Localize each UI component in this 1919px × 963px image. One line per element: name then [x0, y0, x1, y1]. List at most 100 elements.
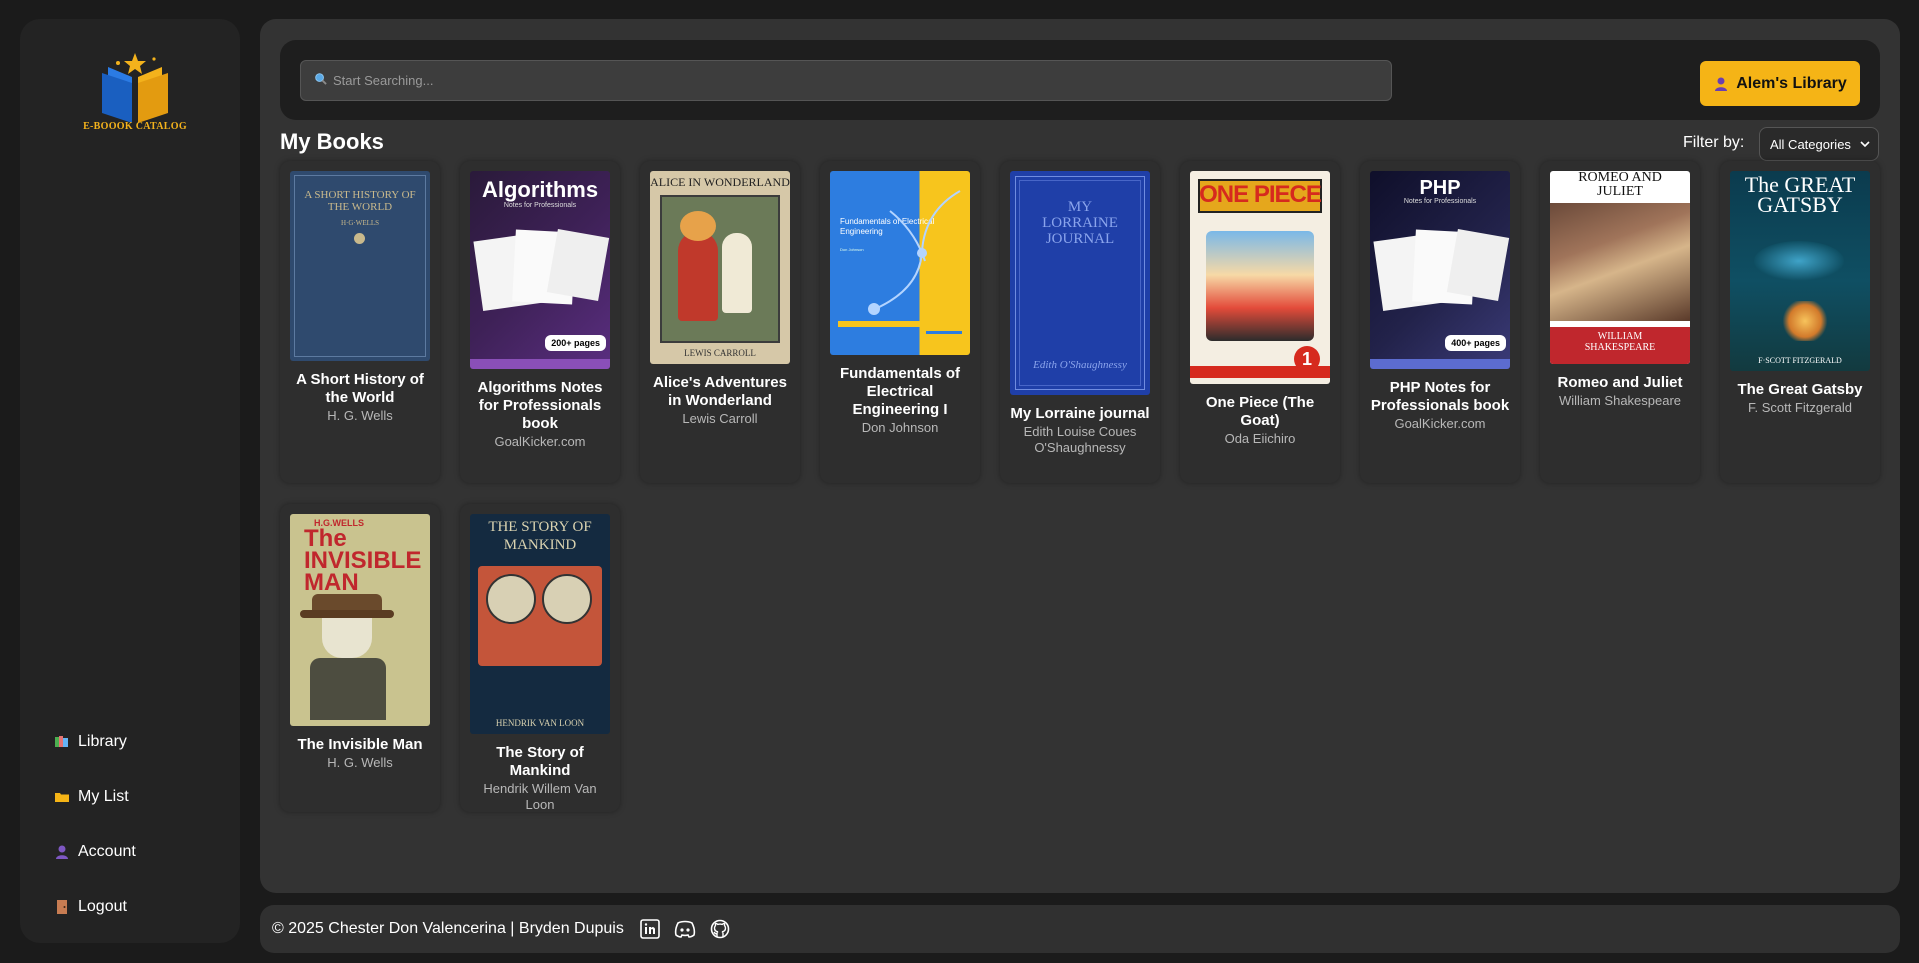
sidebar-item-label: Account [78, 842, 136, 860]
book-card[interactable]: MY LORRAINE JOURNAL Edith O'Shaughnessy … [1000, 161, 1160, 483]
book-cover: Algorithms Notes for Professionals 200+ … [470, 171, 610, 369]
book-author: GoalKicker.com [1394, 416, 1486, 431]
book-title: Fundamentals of Electrical Engineering I [839, 365, 960, 418]
book-title: Algorithms Notes for Professionals book [477, 379, 603, 432]
cover-title: The GREAT GATSBY [1744, 172, 1856, 217]
volume-number: 1 [1294, 346, 1320, 372]
book-author: Don Johnson [861, 420, 939, 435]
footer: © 2025 Chester Don Valencerina | Bryden … [260, 905, 1900, 953]
book-author: H. G. Wells [327, 408, 393, 423]
cover-title: PHP [1419, 177, 1461, 199]
sidebar-item-library[interactable]: Library [54, 714, 136, 769]
filter-label: Filter by: [1683, 134, 1745, 151]
cover-author: F·SCOTT FITZGERALD [1758, 356, 1842, 365]
book-author: Oda Eiichiro [1224, 431, 1296, 446]
book-cover: ONE PIECE 1 [1190, 171, 1330, 384]
category-filter-select[interactable]: All Categories [1759, 127, 1879, 161]
book-cover: The GREAT GATSBY F·SCOTT FITZGERALD [1730, 171, 1870, 371]
top-bar: Alem's Library [280, 40, 1880, 120]
footer-copyright: © 2025 Chester Don Valencerina | Bryden … [272, 920, 624, 937]
linkedin-icon[interactable] [640, 919, 660, 939]
page-count-badge: 400+ pages [1445, 335, 1506, 351]
sidebar-item-logout[interactable]: Logout [54, 879, 136, 934]
cover-author: LEWIS CARROLL [684, 348, 756, 358]
book-card[interactable]: ALICE IN WONDERLAND LEWIS CARROLL Alice'… [640, 161, 800, 483]
book-title: One Piece (The Goat) [1205, 394, 1315, 429]
page-title: My Books [280, 129, 384, 154]
search-bar[interactable] [300, 60, 1392, 101]
folder-icon [54, 789, 70, 805]
book-card[interactable]: H.G.WELLS The INVISIBLE MAN The Invisibl… [280, 504, 440, 812]
book-cover: H.G.WELLS The INVISIBLE MAN [290, 514, 430, 726]
cover-signature: Edith O'Shaughnessy [1033, 359, 1127, 371]
cover-title: Algorithms [481, 177, 599, 202]
cover-title: ROMEO AND JULIET [1578, 171, 1662, 199]
book-cover: A SHORT HISTORY OF THE WORLD H·G·WELLS [290, 171, 430, 361]
book-title: The Story of Mankind [496, 744, 584, 779]
book-author: William Shakespeare [1558, 393, 1682, 408]
cover-title: A SHORT HISTORY OF THE WORLD [304, 189, 416, 213]
book-title: The Invisible Man [297, 736, 423, 753]
cover-title: MY LORRAINE JOURNAL [1042, 199, 1118, 247]
book-cover: PHP Notes for Professionals 400+ pages [1370, 171, 1510, 369]
book-author: GoalKicker.com [494, 434, 586, 449]
book-cover: Fundamentals of Electrical Engineering D… [830, 171, 970, 355]
book-author: Edith Louise Coues O'Shaughnessy [1023, 424, 1137, 455]
sidebar-item-label: My List [78, 787, 129, 805]
cover-title: The INVISIBLE MAN [304, 525, 422, 596]
book-card[interactable]: ONE PIECE 1 One Piece (The Goat) Oda Eii… [1180, 161, 1340, 483]
book-title: Alice's Adventures in Wonderland [653, 374, 787, 409]
book-author: H. G. Wells [327, 755, 393, 770]
user-icon [1713, 76, 1729, 92]
book-cover: THE STORY OF MANKIND HENDRIK VAN LOON [470, 514, 610, 734]
book-title: A Short History of the World [296, 371, 424, 406]
user-button-label: Alem's Library [1736, 74, 1847, 92]
book-cover: ALICE IN WONDERLAND LEWIS CARROLL [650, 171, 790, 364]
cover-author: WILLIAM SHAKESPEARE [1584, 331, 1656, 353]
book-card[interactable]: The GREAT GATSBY F·SCOTT FITZGERALD The … [1720, 161, 1880, 483]
chevron-down-icon [1860, 137, 1870, 152]
book-title: PHP Notes for Professionals book [1370, 379, 1510, 414]
sidebar-item-label: Library [78, 732, 127, 750]
sidebar-item-account[interactable]: Account [54, 824, 136, 879]
book-cover: ROMEO AND JULIET WILLIAM SHAKESPEARE [1550, 171, 1690, 364]
cover-title: ONE PIECE [1199, 181, 1322, 208]
sidebar: E-BOOOK CATALOG Library My List Account … [20, 19, 240, 943]
book-title: My Lorraine journal [1010, 405, 1150, 422]
sidebar-item-my-list[interactable]: My List [54, 769, 136, 824]
book-title: Romeo and Juliet [1557, 374, 1683, 391]
cover-subtitle: Notes for Professionals [1403, 198, 1477, 205]
user-library-button[interactable]: Alem's Library [1700, 61, 1860, 106]
book-card[interactable]: Algorithms Notes for Professionals 200+ … [460, 161, 620, 483]
book-card[interactable]: Fundamentals of Electrical Engineering D… [820, 161, 980, 483]
book-author: Hendrik Willem Van Loon [483, 781, 597, 812]
sidebar-item-label: Logout [78, 897, 127, 915]
search-input[interactable] [333, 73, 1333, 88]
page-count-badge: 200+ pages [545, 335, 606, 351]
app-logo[interactable]: E-BOOOK CATALOG [80, 49, 190, 139]
cover-author: HENDRIK VAN LOON [495, 718, 585, 728]
cover-title: ALICE IN WONDERLAND [650, 175, 790, 189]
filter-selected-value: All Categories [1770, 136, 1851, 152]
book-author: F. Scott Fitzgerald [1747, 400, 1853, 415]
book-author: Lewis Carroll [682, 411, 758, 426]
main-panel: Alem's Library My Books Filter by: All C… [260, 19, 1900, 893]
logo-text: E-BOOOK CATALOG [83, 121, 187, 132]
books-icon [54, 734, 70, 750]
book-card[interactable]: PHP Notes for Professionals 400+ pages P… [1360, 161, 1520, 483]
book-cover: MY LORRAINE JOURNAL Edith O'Shaughnessy [1010, 171, 1150, 395]
book-card[interactable]: ROMEO AND JULIET WILLIAM SHAKESPEARE Rom… [1540, 161, 1700, 483]
book-title: The Great Gatsby [1737, 381, 1863, 398]
social-links [640, 919, 730, 939]
search-icon [314, 72, 327, 90]
discord-icon[interactable] [674, 919, 696, 939]
book-card[interactable]: A SHORT HISTORY OF THE WORLD H·G·WELLS A… [280, 161, 440, 483]
github-icon[interactable] [710, 919, 730, 939]
door-icon [54, 899, 70, 915]
cover-title: THE STORY OF MANKIND [488, 519, 592, 553]
sidebar-nav: Library My List Account Logout [54, 714, 136, 934]
cover-subtitle: Notes for Professionals [503, 202, 577, 209]
open-book-icon [102, 53, 168, 123]
cover-author: H·G·WELLS [340, 219, 380, 227]
book-card[interactable]: THE STORY OF MANKIND HENDRIK VAN LOON Th… [460, 504, 620, 812]
